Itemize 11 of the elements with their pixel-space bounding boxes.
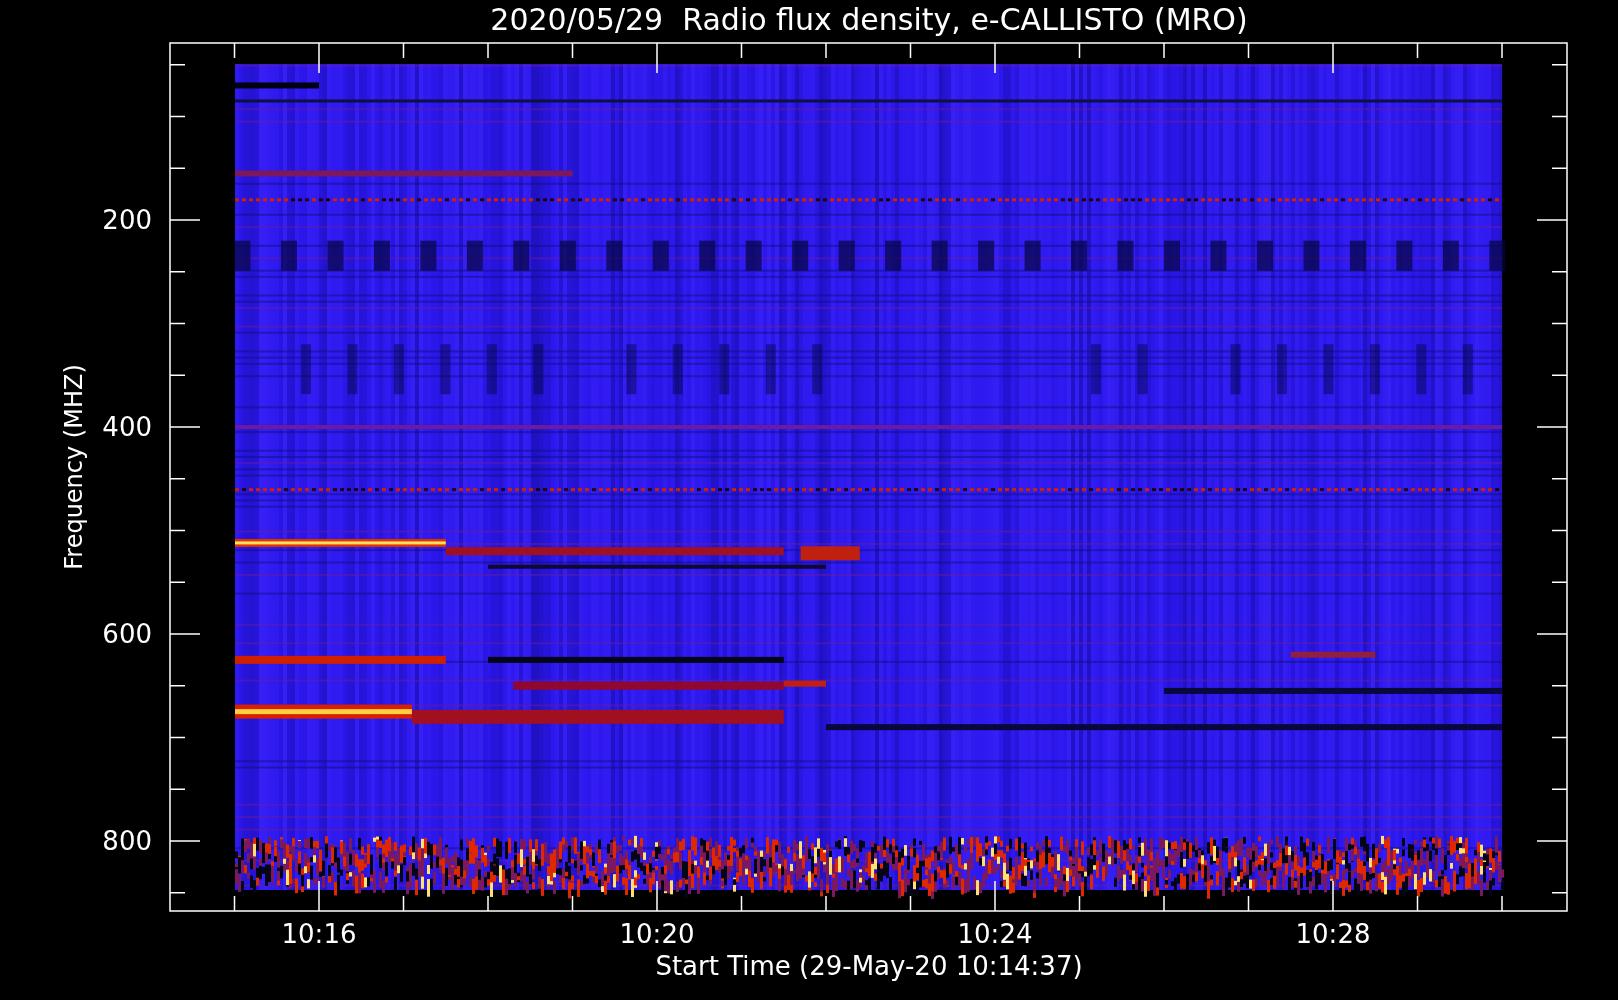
tick-label: 10:16 — [281, 919, 357, 949]
tick-label: 200 — [102, 205, 152, 235]
tick-label: 800 — [102, 826, 152, 856]
tick-label: 600 — [102, 619, 152, 649]
tick-label: 10:24 — [957, 919, 1033, 949]
tick-label: 10:20 — [619, 919, 695, 949]
tick-label: 400 — [102, 412, 152, 442]
axis-label: Frequency (MHZ) — [60, 364, 88, 570]
tick-label: 10:28 — [1295, 919, 1371, 949]
axis-label: Start Time (29-May-20 10:14:37) — [655, 950, 1083, 982]
chart-title: 2020/05/29 Radio flux density, e-CALLISTO (MRO) — [490, 1, 1248, 39]
